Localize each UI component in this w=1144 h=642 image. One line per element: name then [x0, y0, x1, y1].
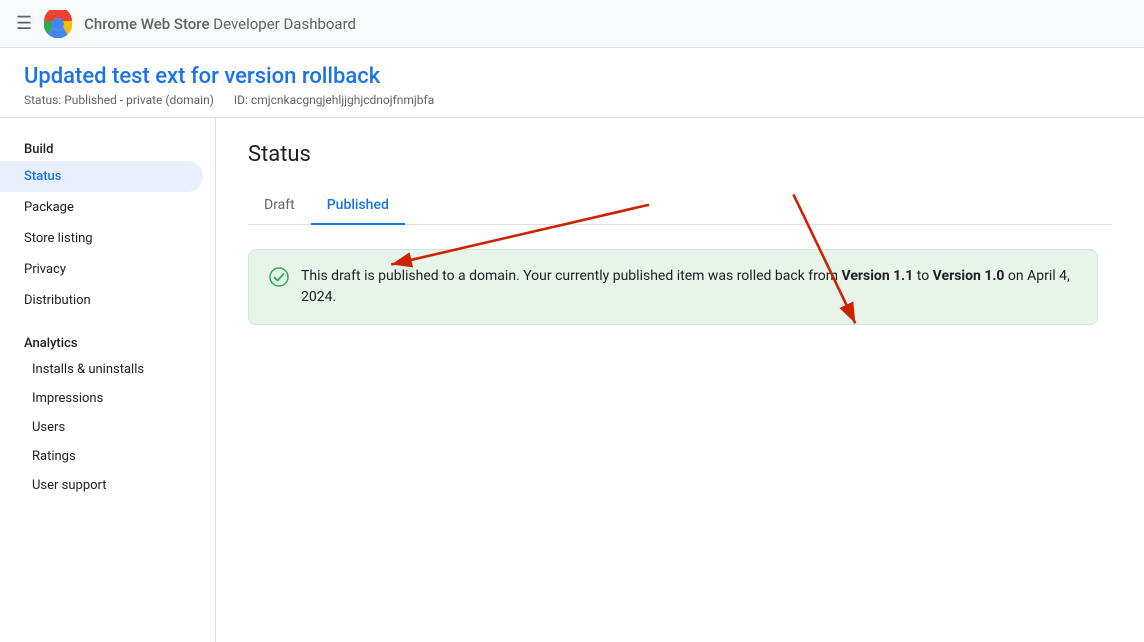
- tabs: Draft Published: [248, 187, 1112, 225]
- sidebar-item-distribution[interactable]: Distribution: [0, 285, 203, 316]
- topbar-title: Chrome Web Store Developer Dashboard: [84, 15, 356, 33]
- sidebar-item-user-support[interactable]: User support: [0, 471, 215, 500]
- tab-published[interactable]: Published: [311, 187, 405, 225]
- sidebar-item-users[interactable]: Users: [0, 413, 215, 442]
- status-banner: This draft is published to a domain. You…: [248, 249, 1098, 325]
- extension-id: ID: cmjcnkacgngjehljjghjcdnojfnmjbfa: [234, 93, 434, 107]
- sidebar-item-status[interactable]: Status: [0, 161, 203, 192]
- sidebar-item-privacy[interactable]: Privacy: [0, 254, 203, 285]
- chrome-logo: [44, 10, 72, 38]
- topbar-subtitle: Developer Dashboard: [210, 15, 356, 33]
- main-content: Status Draft Published This draft is pub…: [216, 118, 1144, 642]
- banner-version-from: Version 1.1: [841, 268, 913, 284]
- page-title: Updated test ext for version rollback: [24, 64, 1120, 89]
- banner-message: This draft is published to a domain. You…: [301, 266, 1077, 308]
- build-section-label: Build: [0, 134, 215, 161]
- sidebar-item-installs[interactable]: Installs & uninstalls: [0, 355, 215, 384]
- topbar-app-name: Chrome Web Store: [84, 15, 209, 33]
- banner-version-to: Version 1.0: [933, 268, 1005, 284]
- status-text: Status: Published - private (domain): [24, 93, 214, 107]
- success-icon: [269, 267, 289, 287]
- layout: Build Status Package Store listing Priva…: [0, 118, 1144, 642]
- page-meta: Status: Published - private (domain) ID:…: [24, 93, 1120, 107]
- sidebar-item-ratings[interactable]: Ratings: [0, 442, 215, 471]
- sidebar: Build Status Package Store listing Priva…: [0, 118, 216, 642]
- tab-draft[interactable]: Draft: [248, 187, 311, 225]
- analytics-section-label: Analytics: [0, 328, 215, 355]
- sidebar-item-impressions[interactable]: Impressions: [0, 384, 215, 413]
- menu-icon[interactable]: ☰: [16, 13, 32, 34]
- section-title: Status: [248, 142, 1112, 167]
- sidebar-item-store-listing[interactable]: Store listing: [0, 223, 203, 254]
- topbar: ☰ Chrome Web Store Developer Dashboard: [0, 0, 1144, 48]
- sidebar-item-package[interactable]: Package: [0, 192, 203, 223]
- page-header: Updated test ext for version rollback St…: [0, 48, 1144, 118]
- banner-to-text: to: [913, 268, 932, 284]
- banner-text-start: This draft is published to a domain. You…: [301, 268, 841, 284]
